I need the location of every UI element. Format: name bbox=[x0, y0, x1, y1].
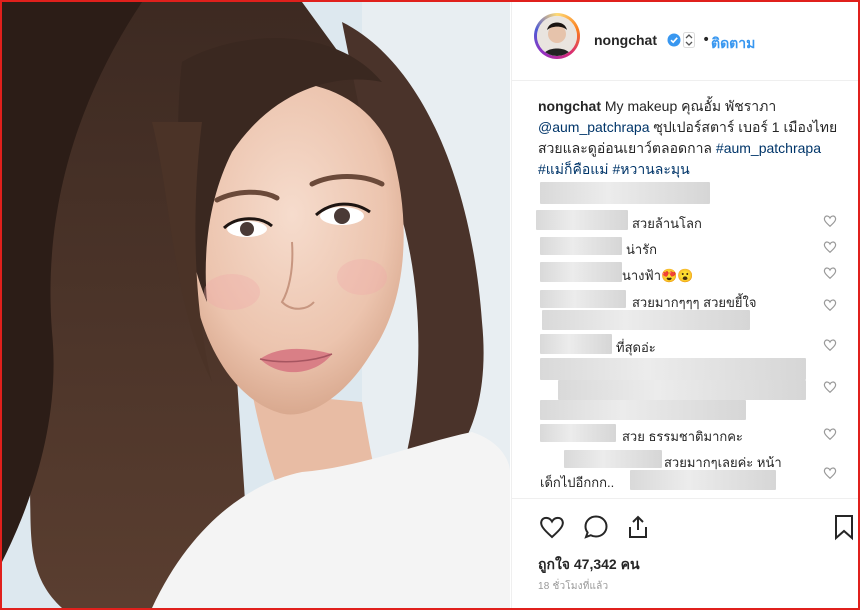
blurred-username bbox=[540, 262, 622, 282]
expand-chevron-icon[interactable] bbox=[683, 32, 695, 48]
comment-like-heart-icon[interactable] bbox=[823, 266, 837, 280]
caption-hashtag[interactable]: #หวานละมุน bbox=[612, 161, 689, 177]
comment-row: นางฟ้า😍😮 bbox=[536, 260, 846, 284]
blurred-comment-line bbox=[630, 470, 776, 490]
comment-like-heart-icon[interactable] bbox=[823, 427, 837, 441]
comment-text: สวยล้านโลก bbox=[632, 216, 702, 231]
post-actions: ถูกใจ 47,342 คน 18 ชั่วโมงที่แล้ว bbox=[512, 498, 858, 608]
blurred-username bbox=[564, 450, 662, 468]
post-caption: nongchat My makeup คุณอั้ม พัชราภา @aum_… bbox=[538, 96, 838, 180]
like-heart-icon[interactable] bbox=[538, 513, 566, 541]
comment-like-heart-icon[interactable] bbox=[823, 298, 837, 312]
comment-row: สวยล้านโลก bbox=[536, 208, 846, 232]
avatar[interactable] bbox=[537, 16, 577, 56]
post-timestamp[interactable]: 18 ชั่วโมงที่แล้ว bbox=[538, 579, 608, 594]
avatar-image bbox=[537, 16, 577, 56]
comment-like-heart-icon[interactable] bbox=[823, 240, 837, 254]
comment-text-continued: เด็กไปอีกกก.. bbox=[540, 475, 615, 490]
portrait-image bbox=[2, 2, 510, 608]
caption-mention[interactable]: @aum_patchrapa bbox=[538, 119, 650, 135]
header-separator: • bbox=[702, 32, 711, 48]
verified-badge-icon bbox=[667, 33, 681, 47]
like-count[interactable]: ถูกใจ 47,342 คน bbox=[538, 554, 640, 576]
caption-username[interactable]: nongchat bbox=[538, 98, 601, 114]
blurred-username bbox=[540, 334, 612, 354]
post-frame: nongchat • ติดตาม nongchat My makeup คุณ… bbox=[0, 0, 860, 610]
comment-bubble-icon[interactable] bbox=[582, 513, 610, 541]
comment-like-heart-icon[interactable] bbox=[823, 466, 837, 480]
blurred-comment-line bbox=[540, 358, 806, 380]
comment-text: ที่สุดอ่ะ bbox=[616, 340, 656, 355]
blurred-load-more bbox=[540, 182, 710, 204]
blurred-username bbox=[540, 424, 616, 442]
comment-like-heart-icon[interactable] bbox=[823, 338, 837, 352]
header-username[interactable]: nongchat bbox=[594, 32, 657, 48]
comment-row: สวย ธรรมชาติมากคะ bbox=[536, 422, 846, 446]
comment-text: นางฟ้า😍😮 bbox=[622, 268, 694, 283]
comment-row: ที่สุดอ่ะ bbox=[536, 332, 846, 358]
comment-like-heart-icon[interactable] bbox=[823, 214, 837, 228]
blurred-username bbox=[536, 210, 628, 230]
follow-button[interactable]: ติดตาม bbox=[711, 33, 755, 55]
story-ring[interactable] bbox=[534, 13, 580, 59]
comment-row: น่ารัก bbox=[536, 234, 846, 258]
comment-row: สวยมากๆๆๆ สวยขยี้ใจ bbox=[536, 288, 846, 332]
comment-row bbox=[536, 358, 846, 424]
post-side-panel: nongchat • ติดตาม nongchat My makeup คุณ… bbox=[511, 2, 858, 608]
comment-row: สวยมากๆเลยค่ะ หน้า เด็กไปอีกกก.. bbox=[536, 448, 846, 494]
share-upload-icon[interactable] bbox=[624, 513, 652, 541]
blurred-comment-line bbox=[540, 400, 746, 420]
post-header: nongchat • ติดตาม bbox=[512, 2, 858, 81]
comment-like-heart-icon[interactable] bbox=[823, 380, 837, 394]
post-photo[interactable] bbox=[2, 2, 510, 608]
blurred-username bbox=[540, 237, 622, 255]
blurred-comment-line bbox=[558, 380, 806, 400]
caption-hashtag[interactable]: #aum_patchrapa bbox=[716, 140, 821, 156]
blurred-comment-line bbox=[542, 310, 750, 330]
caption-hashtag[interactable]: #แม่ก็คือแม่ bbox=[538, 161, 609, 177]
blurred-username bbox=[540, 290, 626, 308]
caption-text-1: My makeup คุณอั้ม พัชราภา bbox=[601, 98, 777, 114]
comment-text: สวย ธรรมชาติมากคะ bbox=[622, 429, 743, 444]
bookmark-icon[interactable] bbox=[830, 513, 858, 541]
comment-text: น่ารัก bbox=[626, 242, 658, 257]
